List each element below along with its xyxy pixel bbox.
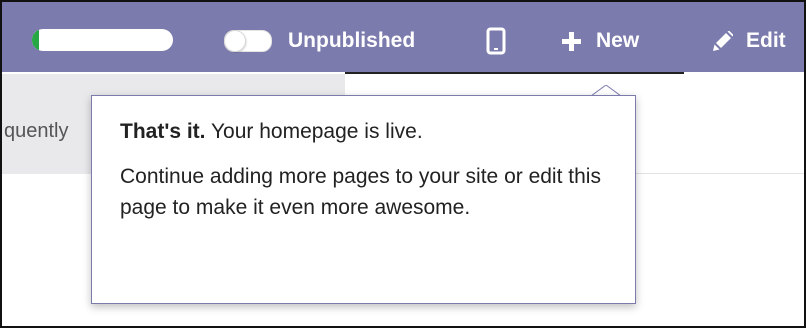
- new-button[interactable]: New: [562, 26, 639, 56]
- popover-title-bold: That's it.: [120, 120, 206, 143]
- progress-bar-fill: [32, 29, 40, 51]
- page-content-text: quently: [4, 120, 69, 142]
- edit-button[interactable]: Edit: [713, 26, 786, 56]
- screenshot-frame: Unpublished New Edit quently That's it. …: [0, 0, 806, 328]
- plus-icon: [562, 31, 581, 51]
- pencil-icon: [713, 31, 733, 51]
- popover-body: Continue adding more pages to your site …: [120, 165, 601, 219]
- onboarding-progress-bar: [32, 29, 173, 51]
- mobile-phone-icon[interactable]: [486, 27, 506, 55]
- edit-button-label: Edit: [746, 29, 786, 52]
- popover-title-rest: Your homepage is live.: [205, 120, 423, 143]
- popover-title: That's it. Your homepage is live.: [120, 116, 607, 147]
- homepage-live-popover: That's it. Your homepage is live. Contin…: [91, 95, 636, 304]
- toggle-knob: [225, 31, 245, 51]
- publish-status-label[interactable]: Unpublished: [288, 28, 415, 54]
- new-button-active-underline: [345, 72, 684, 74]
- website-editor-topbar: Unpublished New Edit: [2, 2, 804, 72]
- new-button-label: New: [596, 29, 640, 52]
- publish-toggle[interactable]: [224, 30, 272, 52]
